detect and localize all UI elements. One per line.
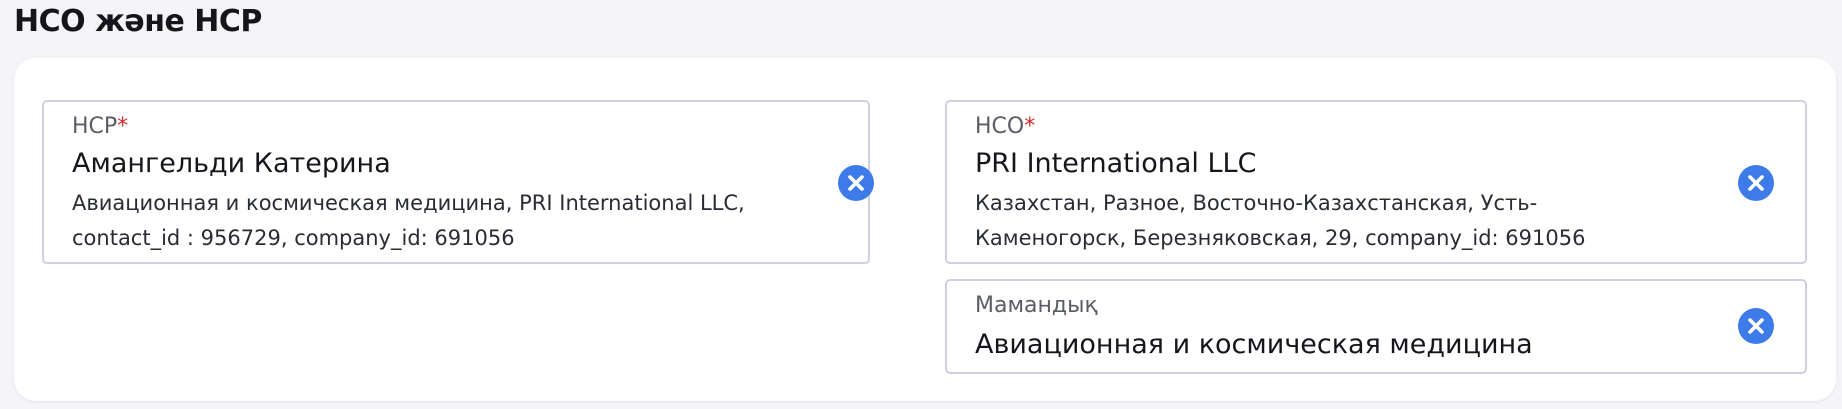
hco-details-line-2: Каменогорск, Березняковская, 29, company… (975, 226, 1586, 250)
clear-hco-button[interactable] (1738, 165, 1774, 201)
close-circle-icon (1748, 318, 1764, 334)
close-circle-icon (848, 175, 864, 191)
required-mark: * (1024, 114, 1036, 139)
hco-label-text: НСО (975, 114, 1025, 139)
hcp-field-label: НСР* (72, 114, 128, 139)
hcp-field[interactable]: НСР* Амангельди Катерина Авиационная и к… (42, 100, 874, 264)
hcp-label-text: НСР (72, 114, 118, 139)
specialty-field-label: Мамандық (975, 293, 1098, 318)
clear-specialty-button[interactable] (1738, 308, 1774, 344)
hcp-details-line-1: Авиационная и космическая медицина, PRI … (72, 191, 745, 215)
hco-details-line-1: Казахстан, Разное, Восточно-Казахстанска… (975, 191, 1538, 215)
specialty-field[interactable]: Мамандық Авиационная и космическая медиц… (945, 279, 1807, 374)
hcp-details-line-2: contact_id : 956729, company_id: 691056 (72, 226, 515, 250)
clear-hcp-button[interactable] (838, 165, 874, 201)
hco-field-label: НСО* (975, 114, 1035, 139)
required-mark: * (117, 114, 129, 139)
section-title: НСО және НСР (14, 4, 262, 39)
close-circle-icon (1748, 175, 1764, 191)
hco-hcp-card: НСР* Амангельди Катерина Авиационная и к… (14, 58, 1836, 401)
hco-selected-name: PRI International LLC (975, 148, 1257, 179)
specialty-selected-value: Авиационная и космическая медицина (975, 329, 1533, 360)
hco-field[interactable]: НСО* PRI International LLC Казахстан, Ра… (945, 100, 1807, 264)
hcp-selected-name: Амангельди Катерина (72, 148, 391, 179)
